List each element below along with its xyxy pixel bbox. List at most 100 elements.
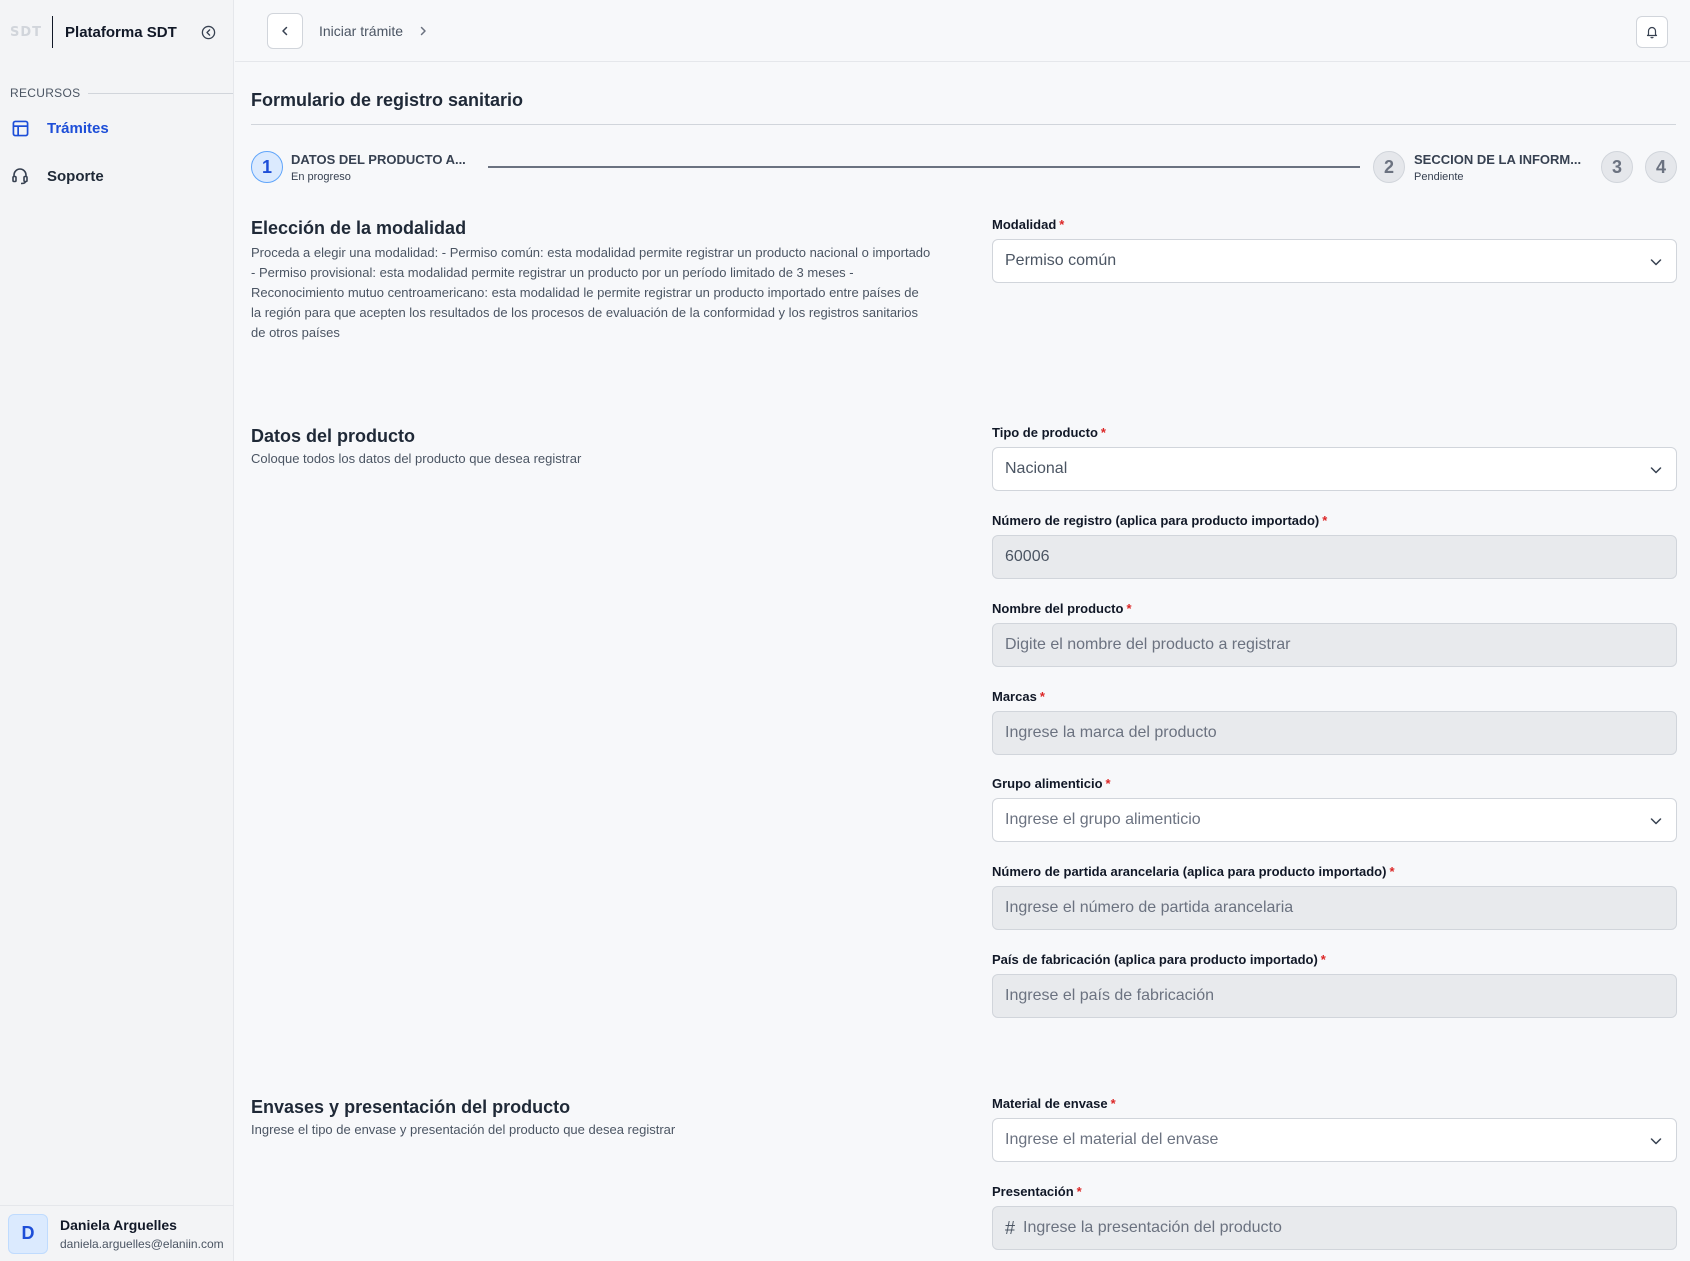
chevron-left-icon xyxy=(282,26,288,35)
partida-arancelaria-input[interactable]: Ingrese el número de partida arancelaria xyxy=(992,886,1677,930)
section-description: Ingrese el tipo de envase y presentación… xyxy=(251,1122,676,1137)
field-label: Nombre del producto * xyxy=(992,601,1677,619)
notifications-button[interactable] xyxy=(1636,16,1668,48)
presentacion-input[interactable]: # Ingrese la presentación del producto xyxy=(992,1206,1677,1250)
input-placeholder: Ingrese el país de fabricación xyxy=(1005,987,1215,1004)
section-modalidad: Elección de la modalidad Proceda a elegi… xyxy=(251,218,931,343)
nombre-producto-input[interactable]: Digite el nombre del producto a registra… xyxy=(992,623,1677,667)
label-text: Número de partida arancelaria (aplica pa… xyxy=(992,864,1387,879)
numero-registro-field: Número de registro (aplica para producto… xyxy=(992,513,1677,579)
label-text: Presentación xyxy=(992,1184,1074,1199)
section-description: Proceda a elegir una modalidad: - Permis… xyxy=(251,245,931,340)
label-text: Nombre del producto xyxy=(992,601,1124,616)
section-label: RECURSOS xyxy=(10,86,81,100)
user-info: Daniela Arguelles daniela.arguelles@elan… xyxy=(60,1217,224,1251)
input-value: 60006 xyxy=(1005,548,1050,565)
back-button[interactable] xyxy=(267,12,303,49)
input-placeholder: Ingrese la presentación del producto xyxy=(1023,1219,1282,1236)
chevron-down-icon xyxy=(1650,467,1662,474)
select-value: Permiso común xyxy=(1005,252,1117,269)
step-2-title: SECCION DE LA INFORM... xyxy=(1414,152,1582,167)
user-profile[interactable]: D Daniela Arguelles daniela.arguelles@el… xyxy=(0,1205,234,1261)
required-marker: * xyxy=(1059,217,1065,232)
field-label: Modalidad * xyxy=(992,217,1677,235)
grupo-alimenticio-select[interactable]: Ingrese el grupo alimenticio xyxy=(992,798,1677,842)
step-4-indicator[interactable]: 4 xyxy=(1645,151,1677,183)
sidebar: SDT Plataforma SDT RECURSOS Trámites Sop… xyxy=(0,0,234,1261)
tipo-producto-select[interactable]: Nacional xyxy=(992,447,1677,491)
nombre-producto-field: Nombre del producto * Digite el nombre de… xyxy=(992,601,1677,667)
section-title: Datos del producto xyxy=(251,426,416,446)
required-marker: * xyxy=(1039,689,1045,704)
section-divider xyxy=(88,92,233,94)
marcas-input[interactable]: Ingrese la marca del producto xyxy=(992,711,1677,755)
label-text: Marcas xyxy=(992,689,1037,704)
headset-icon xyxy=(11,167,29,185)
required-marker: * xyxy=(1110,1096,1116,1111)
sidebar-item-tramites[interactable]: Trámites xyxy=(0,104,233,152)
user-name: Daniela Arguelles xyxy=(60,1216,177,1233)
main-content: Formulario de registro sanitario 1 DATOS… xyxy=(251,62,1677,1250)
field-label: Material de envase * xyxy=(992,1096,1677,1114)
required-marker: * xyxy=(1322,513,1328,528)
sidebar-item-soporte[interactable]: Soporte xyxy=(0,152,233,200)
input-placeholder: Ingrese la marca del producto xyxy=(1005,724,1217,741)
resources-section-header: RECURSOS xyxy=(0,86,233,100)
required-marker: * xyxy=(1126,601,1132,616)
required-marker: * xyxy=(1105,776,1111,791)
brand-divider xyxy=(52,16,54,48)
step-1-title: DATOS DEL PRODUCTO A... xyxy=(291,152,466,167)
field-label: País de fabricación (aplica para product… xyxy=(992,952,1677,970)
label-text: Material de envase xyxy=(992,1096,1108,1111)
brand-title: Plataforma SDT xyxy=(65,23,177,41)
chevron-down-icon xyxy=(1650,1138,1662,1145)
numero-registro-input[interactable]: 60006 xyxy=(992,535,1677,579)
label-text: Modalidad xyxy=(992,217,1057,232)
hash-icon: # xyxy=(1005,1217,1016,1238)
chevron-right-icon xyxy=(417,25,429,37)
tipo-producto-field: Tipo de producto * Nacional xyxy=(992,425,1677,491)
sidebar-item-label: Trámites xyxy=(47,119,109,137)
required-marker: * xyxy=(1320,952,1326,967)
field-label: Presentación * xyxy=(992,1184,1677,1202)
topbar: Iniciar trámite xyxy=(235,0,1690,62)
pais-fabricacion-input[interactable]: Ingrese el país de fabricación xyxy=(992,974,1677,1018)
select-value: Nacional xyxy=(1005,460,1068,477)
collapse-sidebar-icon[interactable] xyxy=(201,24,217,40)
field-label: Grupo alimenticio * xyxy=(992,776,1677,794)
partida-arancelaria-field: Número de partida arancelaria (aplica pa… xyxy=(992,864,1677,930)
section-description: Coloque todos los datos del producto que… xyxy=(251,451,582,466)
step-1-status: En progreso xyxy=(291,171,351,183)
input-placeholder: Digite el nombre del producto a registra… xyxy=(1005,636,1291,653)
presentacion-field: Presentación * # Ingrese la presentación … xyxy=(992,1184,1677,1250)
chevron-down-icon xyxy=(1650,259,1662,266)
section-title: Elección de la modalidad xyxy=(251,218,467,238)
step-2-indicator[interactable]: 2 xyxy=(1373,151,1405,183)
modalidad-field: Modalidad * Permiso común xyxy=(992,217,1677,283)
modalidad-select[interactable]: Permiso común xyxy=(992,239,1677,283)
required-marker: * xyxy=(1076,1184,1082,1199)
field-label: Número de registro (aplica para producto… xyxy=(992,513,1677,531)
step-1-indicator[interactable]: 1 xyxy=(251,151,283,183)
pais-fabricacion-field: País de fabricación (aplica para product… xyxy=(992,952,1677,1018)
page-title: Formulario de registro sanitario xyxy=(251,90,524,110)
sidebar-item-label: Soporte xyxy=(47,167,104,185)
chevron-down-icon xyxy=(1650,818,1662,825)
avatar: D xyxy=(8,1213,48,1254)
step-3-indicator[interactable]: 3 xyxy=(1601,151,1633,183)
step-connector xyxy=(488,166,1360,168)
field-label: Número de partida arancelaria (aplica pa… xyxy=(992,864,1677,882)
label-text: Tipo de producto xyxy=(992,425,1098,440)
material-envase-select[interactable]: Ingrese el material del envase xyxy=(992,1118,1677,1162)
step-2-status: Pendiente xyxy=(1414,171,1464,183)
field-label: Marcas * xyxy=(992,689,1677,707)
input-placeholder: Ingrese el número de partida arancelaria xyxy=(1005,899,1294,916)
marcas-field: Marcas * Ingrese la marca del producto xyxy=(992,689,1677,755)
brand-header: SDT Plataforma SDT xyxy=(0,0,233,64)
breadcrumb[interactable]: Iniciar trámite xyxy=(319,23,403,39)
table-icon xyxy=(11,119,29,137)
field-label: Tipo de producto * xyxy=(992,425,1677,443)
label-text: Grupo alimenticio xyxy=(992,776,1103,791)
required-marker: * xyxy=(1100,425,1106,440)
label-text: País de fabricación (aplica para product… xyxy=(992,952,1318,967)
